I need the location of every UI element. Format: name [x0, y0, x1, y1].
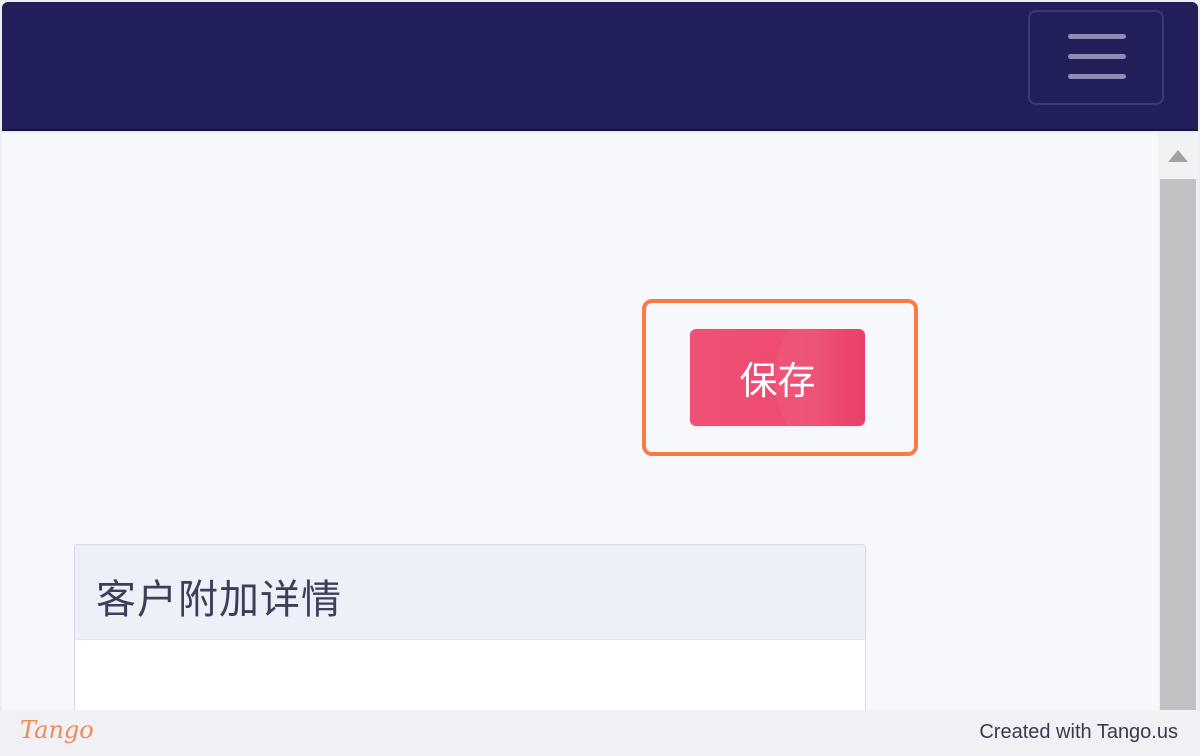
card-header: 客户附加详情 — [75, 545, 865, 640]
menu-toggle-button[interactable] — [1028, 10, 1164, 105]
app-window: 保存 客户附加详情 Tango Created with Tango.us — [0, 0, 1200, 756]
tango-footer: Tango Created with Tango.us — [0, 710, 1200, 756]
hamburger-menu-icon — [1068, 54, 1126, 59]
hamburger-menu-icon — [1068, 34, 1126, 39]
save-button[interactable]: 保存 — [690, 329, 865, 426]
footer-credit: Created with Tango.us — [979, 721, 1178, 743]
card-title: 客户附加详情 — [96, 577, 342, 623]
customer-additional-details-card: 客户附加详情 — [74, 544, 866, 710]
triangle-up-icon[interactable] — [1168, 150, 1188, 162]
tango-logo: Tango — [20, 716, 94, 744]
page-content: 保存 客户附加详情 — [2, 133, 1198, 710]
hamburger-menu-icon — [1068, 74, 1126, 79]
save-button-label: 保存 — [739, 359, 816, 403]
vertical-scrollbar[interactable] — [1158, 133, 1198, 710]
top-navbar — [2, 2, 1198, 131]
scrollbar-thumb[interactable] — [1160, 179, 1196, 710]
